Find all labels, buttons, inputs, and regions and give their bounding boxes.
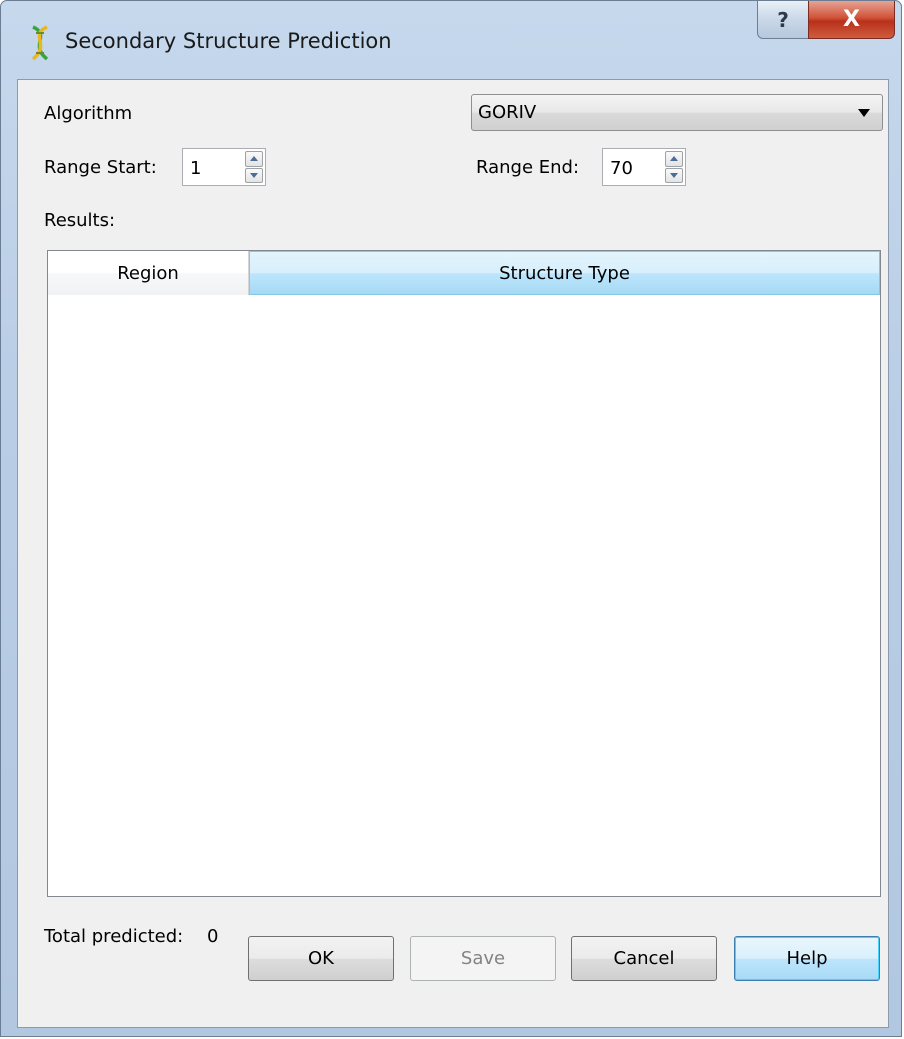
range-end-label: Range End: [476, 157, 580, 178]
algorithm-selected-value: GORIV [478, 102, 537, 123]
cancel-button[interactable]: Cancel [571, 936, 717, 981]
dna-helix-icon [31, 25, 49, 61]
total-predicted-value: 0 [207, 926, 219, 947]
dialog-window: Secondary Structure Prediction ? X Algor… [0, 0, 902, 1037]
save-button[interactable]: Save [410, 936, 556, 981]
context-help-button[interactable]: ? [757, 1, 809, 39]
range-end-increment-button[interactable] [665, 151, 683, 167]
arrow-up-icon [250, 156, 258, 161]
ok-button[interactable]: OK [248, 936, 394, 981]
algorithm-label: Algorithm [44, 103, 133, 124]
range-start-label: Range Start: [44, 157, 157, 178]
close-icon: X [843, 7, 860, 32]
close-window-button[interactable]: X [808, 1, 895, 39]
results-label: Results: [44, 210, 116, 231]
range-start-value: 1 [190, 158, 202, 179]
results-table[interactable]: Region Structure Type [47, 250, 881, 897]
range-start-increment-button[interactable] [245, 151, 263, 167]
range-end-spinbox[interactable]: 70 [602, 148, 686, 186]
column-header-region[interactable]: Region [48, 251, 249, 295]
arrow-up-icon [670, 156, 678, 161]
help-button[interactable]: Help [734, 936, 880, 981]
range-end-value: 70 [610, 158, 633, 179]
algorithm-select[interactable]: GORIV [471, 94, 883, 131]
range-start-spinbox[interactable]: 1 [182, 148, 266, 186]
arrow-down-icon [250, 172, 258, 178]
total-predicted-label: Total predicted: [44, 926, 184, 947]
column-header-structure-type[interactable]: Structure Type [249, 251, 880, 295]
dialog-body: Algorithm GORIV Range Start: 1 Range End… [17, 79, 889, 1028]
chevron-down-icon [858, 109, 870, 117]
title-bar[interactable]: Secondary Structure Prediction ? X [1, 1, 901, 79]
window-title: Secondary Structure Prediction [65, 29, 392, 53]
question-mark-icon: ? [777, 7, 789, 32]
results-table-header: Region Structure Type [48, 251, 880, 295]
range-end-decrement-button[interactable] [665, 167, 683, 183]
arrow-down-icon [670, 172, 678, 178]
range-start-decrement-button[interactable] [245, 167, 263, 183]
